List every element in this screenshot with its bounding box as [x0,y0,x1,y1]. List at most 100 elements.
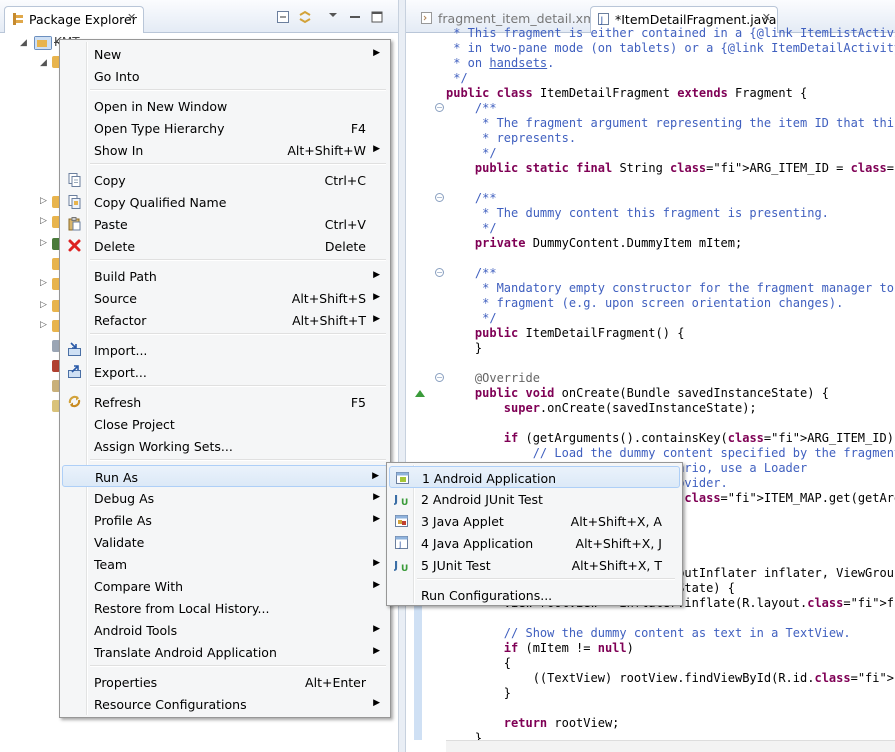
tree-collapse-arrow[interactable]: ▷ [40,238,47,248]
code-line[interactable]: public class ItemDetailFragment extends … [446,86,807,101]
code-line[interactable]: */ [446,146,496,161]
tree-collapse-arrow[interactable]: ▷ [40,300,47,310]
code-line[interactable]: if (getArguments().containsKey(class="fi… [446,431,895,446]
menu-item-delete[interactable]: Delete Delete [62,235,388,257]
maximize-icon[interactable] [370,10,384,24]
tree-collapse-arrow[interactable]: ▷ [40,216,47,226]
view-menu-icon[interactable] [326,8,340,22]
menu-item-properties[interactable]: Properties Alt+Enter [62,671,388,693]
menu-item-source[interactable]: Source Alt+Shift+S ▶ [62,287,388,309]
close-icon[interactable]: ✕ [127,11,136,24]
menu-item-translate-android-application[interactable]: Translate Android Application ▶ [62,641,388,663]
tree-collapse-arrow[interactable]: ▷ [40,278,47,288]
code-line[interactable]: * in two-pane mode (on tablets) or a {@l… [446,41,895,56]
code-line[interactable]: * on handsets. [446,56,554,71]
menu-item-go-into[interactable]: Go Into [62,65,388,87]
menu-item-show-in[interactable]: Show In Alt+Shift+W ▶ [62,139,388,161]
menu-item-label: Build Path [94,269,157,284]
fold-icon[interactable]: − [435,268,444,277]
menu-item-paste[interactable]: Paste Ctrl+V [62,213,388,235]
menu-item-3-java-applet[interactable]: 3 Java Applet Alt+Shift+X, A [389,510,680,532]
code-line[interactable]: /** [446,266,497,281]
menu-item-team[interactable]: Team ▶ [62,553,388,575]
menu-item-restore-from-local-history[interactable]: Restore from Local History... [62,597,388,619]
menu-item-profile-as[interactable]: Profile As ▶ [62,509,388,531]
code-line[interactable]: if (mItem != null) [446,641,634,656]
project-folder-icon[interactable] [34,36,52,50]
code-line[interactable]: return rootView; [446,716,620,731]
menu-item-copy[interactable]: Copy Ctrl+C [62,169,388,191]
view-sash[interactable] [398,0,406,752]
code-line[interactable]: // Show the dummy content as text in a T… [446,626,851,641]
menu-item-copy-qualified-name[interactable]: Copy Qualified Name [62,191,388,213]
menu-item-close-project[interactable]: Close Project [62,413,388,435]
menu-item-resource-configurations[interactable]: Resource Configurations ▶ [62,693,388,715]
close-icon[interactable]: ✕ [762,11,771,24]
menu-item-refactor[interactable]: Refactor Alt+Shift+T ▶ [62,309,388,331]
menu-item-label: Show In [94,143,144,158]
code-line[interactable]: // Load the dummy content specified by t… [446,446,895,461]
code-line[interactable]: /** [446,191,497,206]
menu-item-build-path[interactable]: Build Path ▶ [62,265,388,287]
code-line[interactable]: ((TextView) rootView.findViewById(R.id.c… [446,671,895,686]
horizontal-scrollbar[interactable] [446,740,895,752]
code-line[interactable]: * Mandatory empty constructor for the fr… [446,281,895,296]
menu-item-debug-as[interactable]: Debug As ▶ [62,487,388,509]
package-explorer-tab[interactable]: Package Explorer ✕ [4,6,144,33]
tree-collapse-arrow[interactable]: ▷ [40,320,47,330]
submenu-arrow-icon: ▶ [373,270,380,280]
menu-item-label: Restore from Local History... [94,601,270,616]
menu-item-label: Refactor [94,313,147,328]
code-line[interactable]: } [446,341,482,356]
menu-item-new[interactable]: New ▶ [62,43,388,65]
code-line[interactable]: */ [446,71,467,86]
fold-icon[interactable]: − [435,193,444,202]
submenu-arrow-icon: ▶ [373,48,380,58]
menu-item-label: 4 Java Application [421,536,534,551]
menu-item-open-in-new-window[interactable]: Open in New Window [62,95,388,117]
code-line[interactable]: */ [446,221,496,236]
submenu-arrow-icon: ▶ [373,144,380,154]
menu-item-android-tools[interactable]: Android Tools ▶ [62,619,388,641]
menu-item-open-type-hierarchy[interactable]: Open Type Hierarchy F4 [62,117,388,139]
code-line[interactable]: public void onCreate(Bundle savedInstanc… [446,386,829,401]
code-line[interactable]: private DummyContent.DummyItem mItem; [446,236,742,251]
link-with-editor-icon[interactable] [298,10,312,24]
menu-item-refresh[interactable]: Refresh F5 [62,391,388,413]
code-line[interactable]: super.onCreate(savedInstanceState); [446,401,757,416]
code-line[interactable]: { [446,656,511,671]
fold-icon[interactable]: − [435,373,444,382]
menu-item-5-junit-test[interactable]: JU 5 JUnit Test Alt+Shift+X, T [389,554,680,576]
menu-item-run-configurations[interactable]: Run Configurations... [389,584,680,606]
menu-item-import[interactable]: Import... [62,339,388,361]
tree-collapse-arrow[interactable]: ▷ [40,196,47,206]
menu-item-4-java-application[interactable]: J 4 Java Application Alt+Shift+X, J [389,532,680,554]
code-line[interactable]: /** [446,101,497,116]
code-line[interactable]: * This fragment is either contained in a… [446,26,895,41]
menu-item-2-android-junit-test[interactable]: JU 2 Android JUnit Test [389,488,680,510]
menu-item-1-android-application[interactable]: 1 Android Application [389,466,680,488]
code-line[interactable]: * The fragment argument representing the… [446,116,895,131]
code-line[interactable]: } [446,686,511,701]
fold-icon[interactable]: − [435,103,444,112]
tree-expand-arrow[interactable]: ◢ [40,58,47,68]
menu-item-compare-with[interactable]: Compare With ▶ [62,575,388,597]
minimize-icon[interactable] [348,10,362,24]
menu-item-validate[interactable]: Validate [62,531,388,553]
override-marker-icon[interactable] [414,388,426,398]
menu-separator [90,163,386,165]
menu-item-run-as[interactable]: Run As ▶ [62,465,388,487]
code-line[interactable]: */ [446,311,496,326]
code-line[interactable]: * represents. [446,131,576,146]
code-line[interactable]: public ItemDetailFragment() { [446,326,685,341]
collapse-all-icon[interactable] [276,10,290,24]
code-line[interactable]: * The dummy content this fragment is pre… [446,206,829,221]
menu-item-label: Run Configurations... [421,588,553,603]
tree-expand-arrow[interactable]: ◢ [20,38,27,48]
menu-item-export[interactable]: Export... [62,361,388,383]
menu-item-assign-working-sets[interactable]: Assign Working Sets... [62,435,388,457]
code-line[interactable]: @Override [446,371,540,386]
menu-item-label: Validate [94,535,145,550]
code-line[interactable]: * fragment (e.g. upon screen orientation… [446,296,843,311]
code-line[interactable]: public static final String class="fi">AR… [446,161,895,176]
